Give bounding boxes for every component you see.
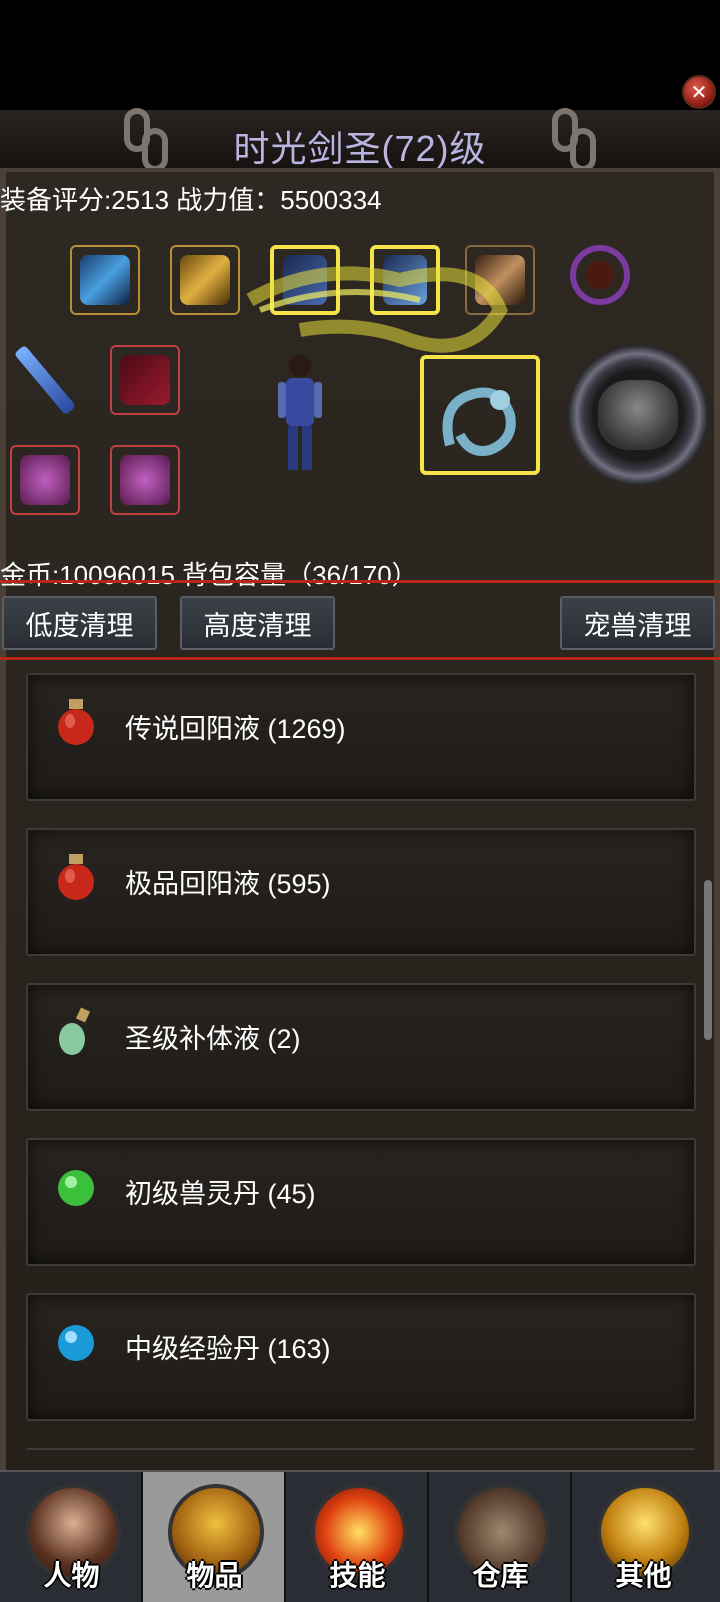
tab-skills[interactable]: 技能	[286, 1472, 429, 1602]
list-item[interactable]: 中级经验丹 (163)	[26, 1293, 696, 1421]
tab-character[interactable]: 人物	[0, 1472, 143, 1602]
high-clean-button[interactable]: 高度清理	[180, 596, 335, 650]
equipment-slot-bracelet[interactable]	[565, 240, 635, 310]
status-area	[0, 0, 720, 120]
pet-clean-button[interactable]: 宠兽清理	[560, 596, 715, 650]
list-item[interactable]: 极品回阳液 (595)	[26, 828, 696, 956]
ring-icon	[20, 455, 70, 505]
offhand-icon	[120, 355, 170, 405]
red-potion-icon	[58, 699, 94, 745]
equipment-slot-weapon[interactable]	[10, 344, 80, 416]
item-label: 初级兽灵丹 (45)	[125, 1179, 316, 1209]
necklace-icon	[180, 255, 230, 305]
equipment-slot-offhand[interactable]	[110, 345, 180, 415]
item-label: 圣级补体液 (2)	[125, 1024, 301, 1054]
scrollbar[interactable]	[704, 880, 712, 1040]
close-button[interactable]: ✕	[682, 75, 716, 109]
close-icon: ✕	[690, 81, 708, 104]
green-orb-icon	[58, 1170, 94, 1206]
mount-slot[interactable]	[420, 355, 540, 475]
list-item[interactable]: 圣级补体液 (2)	[26, 983, 696, 1111]
tab-label: 人物	[43, 1560, 100, 1591]
green-vial-icon	[59, 1007, 91, 1055]
helmet-icon	[80, 255, 130, 305]
item-list[interactable]: 传说回阳液 (1269) 极品回阳液 (595) 圣级补体液 (2) 初级兽灵丹…	[0, 660, 720, 1450]
red-potion-icon	[58, 854, 94, 900]
sword-weapon-icon	[13, 344, 77, 416]
item-label: 传说回阳液 (1269)	[125, 714, 346, 744]
equipment-slot-necklace[interactable]	[170, 245, 240, 315]
list-item[interactable]: 初级兽灵丹 (45)	[26, 1138, 696, 1266]
tiger-pet-icon	[598, 380, 678, 450]
ring-icon	[120, 455, 170, 505]
tab-warehouse[interactable]: 仓库	[429, 1472, 572, 1602]
list-item[interactable]	[26, 1448, 696, 1450]
tab-other[interactable]: 其他	[572, 1472, 715, 1602]
dragon-icon	[442, 387, 516, 456]
tab-label: 技能	[329, 1560, 386, 1591]
tab-label: 仓库	[472, 1560, 529, 1591]
tab-items[interactable]: 物品	[143, 1472, 286, 1602]
character-model	[278, 355, 322, 470]
tab-label: 物品	[186, 1560, 243, 1591]
bracelet-icon	[570, 245, 630, 305]
score-power-line: 装备评分:2513 战力值：5500334	[0, 185, 382, 215]
separator-line	[0, 580, 720, 583]
item-label: 极品回阳液 (595)	[125, 869, 331, 899]
equipment-slot-helmet[interactable]	[70, 245, 140, 315]
item-label: 中级经验丹 (163)	[125, 1334, 331, 1364]
character-title: 时光剑圣(72)级	[233, 128, 487, 169]
equipment-slot-ring-left[interactable]	[10, 445, 80, 515]
blue-orb-icon	[58, 1325, 94, 1361]
list-item[interactable]: 传说回阳液 (1269)	[26, 673, 696, 801]
low-clean-button[interactable]: 低度清理	[2, 596, 157, 650]
equipment-slot-ring-right[interactable]	[110, 445, 180, 515]
bottom-tab-bar: 人物 物品 技能 仓库 其他	[0, 1470, 720, 1602]
gold-and-bag-capacity: 金币:10096015 背包容量（36/170）	[0, 560, 418, 590]
tab-label: 其他	[615, 1560, 672, 1591]
